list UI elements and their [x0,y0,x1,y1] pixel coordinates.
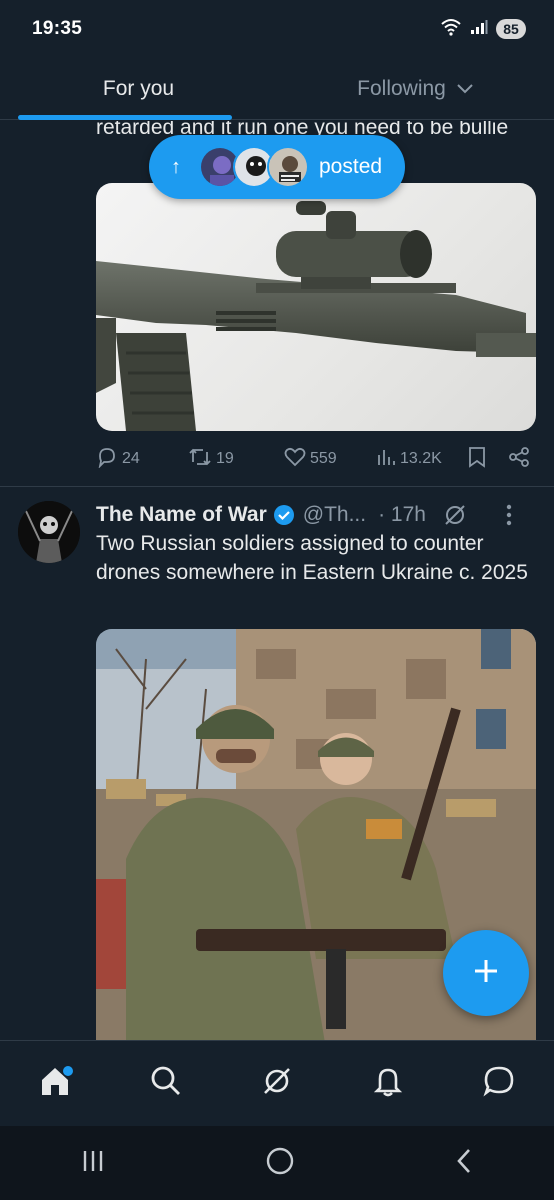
new-posts-label: posted [319,155,383,178]
pill-avatars [199,146,309,188]
avatar [267,146,309,188]
bookmark-icon[interactable] [468,446,508,473]
chevron-down-icon[interactable] [456,77,474,101]
signal-icon [470,19,488,40]
reply-icon [96,446,118,473]
reply-count: 24 [122,450,140,467]
back-icon[interactable] [454,1147,474,1180]
repost-button[interactable]: 19 [188,446,284,473]
recent-apps-icon[interactable] [80,1148,106,1179]
compose-icon [471,956,501,991]
post-text: Two Russian soldiers assigned to counter… [96,532,528,584]
timeline-tabs: For you Following [0,58,554,120]
tab-for-you[interactable]: For you [0,58,277,120]
nav-messages[interactable] [469,1054,529,1114]
system-nav-bar [0,1126,554,1200]
notifications-icon [371,1064,405,1103]
status-bar: 19:35 85 [0,0,554,58]
author-handle[interactable]: @Th... [303,503,366,527]
grok-icon[interactable] [442,502,468,528]
status-indicators: 85 [440,18,526,41]
post-divider [0,486,554,487]
author-avatar[interactable] [18,501,80,563]
views-button[interactable]: 13.2K [376,447,468,472]
arrow-up-icon: ↑ [171,155,181,178]
bottom-nav [0,1040,554,1126]
home-circle-icon[interactable] [266,1147,294,1180]
home-new-indicator [63,1065,74,1076]
like-count: 559 [310,450,337,467]
share-icon[interactable] [508,446,530,473]
tab-for-you-label: For you [102,76,175,100]
battery-indicator: 85 [496,19,526,39]
more-options-icon[interactable] [506,504,512,526]
reply-button[interactable]: 24 [96,446,188,473]
author-name[interactable]: The Name of War [96,503,267,527]
like-button[interactable]: 559 [284,447,376,472]
tab-following-label: Following [357,76,446,100]
post-actions: 24 19 559 13.2K [96,444,536,474]
new-posts-pill[interactable]: ↑ posted [149,135,405,199]
verified-badge-icon [273,504,295,526]
grok-icon [260,1064,294,1103]
compose-button[interactable] [443,930,529,1016]
post-header: The Name of War @Th... · 17h [96,499,536,531]
repost-icon [188,446,212,473]
active-tab-indicator [18,115,232,120]
views-icon [376,447,396,472]
messages-icon [482,1064,516,1103]
search-icon [149,1064,183,1103]
nav-grok[interactable] [247,1054,307,1114]
timeline[interactable]: retarded and it run one you need to be b… [0,121,554,1041]
post-time: · 17h [378,503,426,526]
wifi-icon [440,18,462,41]
heart-icon [284,447,306,472]
post-image-rifle[interactable] [96,183,536,431]
views-count: 13.2K [400,450,442,467]
nav-notifications[interactable] [358,1054,418,1114]
status-time: 19:35 [32,18,83,39]
nav-home[interactable] [25,1054,85,1114]
repost-count: 19 [216,450,234,467]
tab-following[interactable]: Following [277,58,554,119]
nav-search[interactable] [136,1054,196,1114]
